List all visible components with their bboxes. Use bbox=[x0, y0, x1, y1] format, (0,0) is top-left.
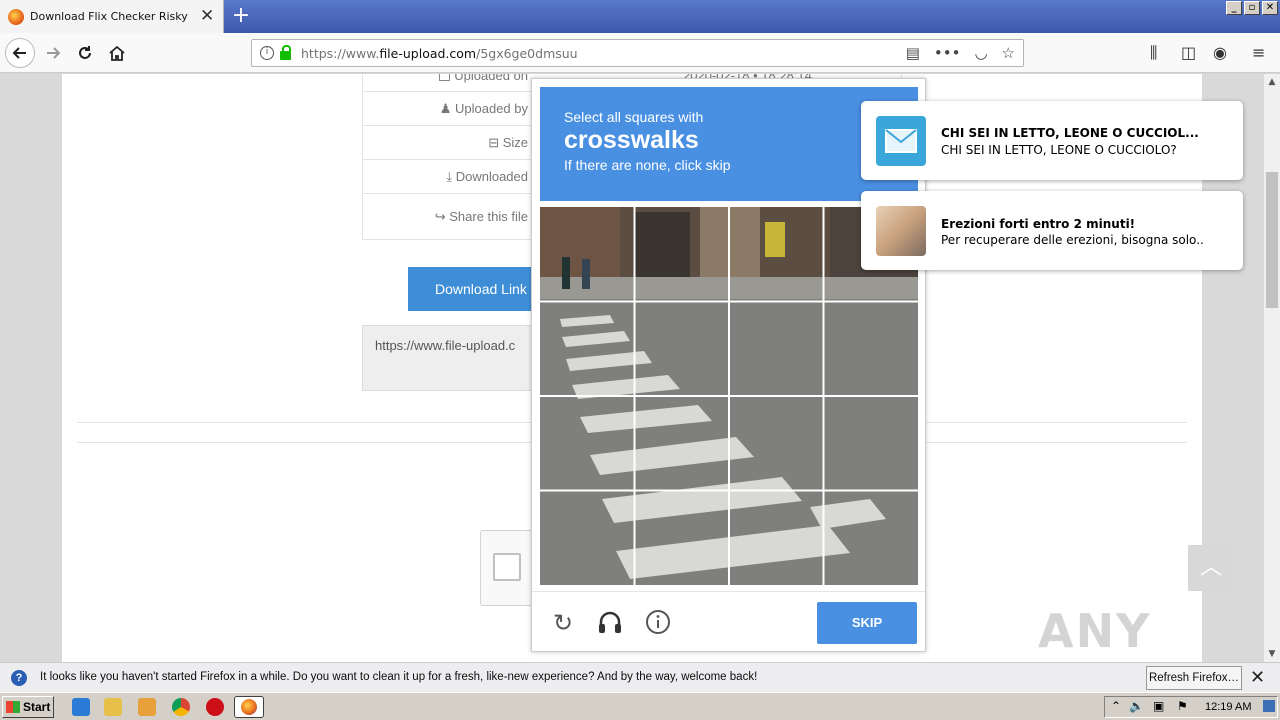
clock[interactable]: 12:19 AM bbox=[1205, 701, 1251, 713]
captcha-hint: If there are none, click skip bbox=[564, 157, 731, 173]
notification-1[interactable]: CHI SEI IN LETTO, LEONE O CUCCIOL... CHI… bbox=[861, 101, 1243, 180]
restore-button[interactable]: ▫ bbox=[1244, 1, 1260, 15]
menu-icon[interactable]: ≡ bbox=[1252, 43, 1265, 62]
tab-close-icon[interactable]: ✕ bbox=[200, 8, 214, 25]
media-player-icon[interactable] bbox=[138, 698, 156, 716]
headphones-icon bbox=[599, 611, 621, 633]
captcha-footer: ↻ SKIP bbox=[532, 591, 925, 651]
home-button[interactable] bbox=[102, 38, 132, 68]
anyrun-watermark: ANY RUN bbox=[1038, 604, 1153, 662]
bookmark-star-icon[interactable]: ☆ bbox=[1002, 44, 1015, 62]
network-icon[interactable]: ▣ bbox=[1153, 699, 1164, 713]
user-icon: ♟ bbox=[439, 101, 455, 116]
firefox-favicon-icon bbox=[8, 8, 24, 25]
back-button[interactable] bbox=[5, 38, 35, 68]
refresh-challenge-icon[interactable]: ↻ bbox=[548, 608, 578, 638]
forward-arrow-icon bbox=[47, 47, 61, 59]
account-icon[interactable]: ◉ bbox=[1213, 43, 1227, 62]
notification-title: Erezioni forti entro 2 minuti! bbox=[941, 217, 1136, 231]
minimize-button[interactable]: _ bbox=[1226, 1, 1242, 15]
scroll-to-top-button[interactable]: ︿ bbox=[1188, 545, 1234, 591]
lock-icon[interactable] bbox=[280, 44, 291, 60]
site-info-icon[interactable]: i bbox=[260, 46, 274, 60]
question-icon: ? bbox=[11, 670, 27, 686]
tab-bar: Download Flix Checker Risky rar ✕ + _ ▫ … bbox=[0, 0, 1280, 33]
show-desktop-icon[interactable] bbox=[1263, 700, 1275, 712]
vertical-scrollbar[interactable]: ▲ ▼ bbox=[1264, 74, 1280, 662]
skip-button[interactable]: SKIP bbox=[817, 602, 917, 644]
notification-title: CHI SEI IN LETTO, LEONE O CUCCIOL... bbox=[941, 126, 1199, 140]
tab-active[interactable]: Download Flix Checker Risky rar ✕ bbox=[0, 0, 224, 33]
notification-body: Per recuperare delle erezioni, bisogna s… bbox=[941, 233, 1204, 247]
share-label[interactable]: Share this file bbox=[449, 209, 528, 224]
envelope-icon bbox=[876, 116, 926, 166]
firefox-icon bbox=[241, 699, 257, 715]
recaptcha-checkbox[interactable] bbox=[493, 553, 521, 581]
home-icon bbox=[109, 45, 125, 61]
ie-icon[interactable] bbox=[72, 698, 90, 716]
uploaded-by-label: Uploaded by bbox=[455, 101, 528, 116]
library-icon[interactable]: ⫼ bbox=[1150, 43, 1157, 63]
captcha-instruction: Select all squares with bbox=[564, 109, 704, 125]
scroll-up-arrow-icon[interactable]: ▲ bbox=[1264, 74, 1280, 90]
refresh-firefox-button[interactable]: Refresh Firefox… bbox=[1146, 666, 1242, 690]
hdd-icon: ⊟ bbox=[488, 135, 503, 150]
taskbar: Start ⌃ 🔈 ▣ ⚑ 12:19 AM bbox=[0, 692, 1280, 720]
flag-icon[interactable]: ⚑ bbox=[1177, 699, 1188, 713]
close-window-button[interactable]: ✕ bbox=[1262, 1, 1278, 15]
captcha-keyword: crosswalks bbox=[564, 126, 699, 154]
photo-icon bbox=[876, 206, 926, 256]
sidebar-icon[interactable]: ◫ bbox=[1181, 43, 1196, 62]
size-label: Size bbox=[502, 135, 528, 150]
firefox-notification-bar: ? It looks like you haven't started Fire… bbox=[0, 662, 1280, 692]
forward-button[interactable] bbox=[38, 38, 68, 68]
reader-view-icon[interactable]: ▤ bbox=[906, 44, 920, 62]
notification-body: CHI SEI IN LETTO, LEONE O CUCCIOLO? bbox=[941, 143, 1177, 157]
uploaded-on-label: Uploaded on bbox=[454, 74, 528, 83]
url-text: https://www.file-upload.com/5gx6ge0dmsuu bbox=[301, 45, 578, 61]
tray-expand-icon[interactable]: ⌃ bbox=[1111, 699, 1121, 713]
opera-icon[interactable] bbox=[206, 698, 224, 716]
back-arrow-icon bbox=[12, 47, 26, 59]
calendar-icon bbox=[439, 74, 451, 81]
scrollbar-thumb[interactable] bbox=[1266, 172, 1278, 308]
windows-flag-icon bbox=[6, 701, 20, 713]
info-icon bbox=[646, 610, 670, 634]
download-icon: ⤓ bbox=[446, 169, 456, 184]
scroll-down-arrow-icon[interactable]: ▼ bbox=[1264, 646, 1280, 662]
reload-button[interactable] bbox=[70, 38, 100, 68]
info-help-icon[interactable] bbox=[643, 608, 673, 638]
address-bar[interactable]: i https://www.file-upload.com/5gx6ge0dms… bbox=[251, 39, 1024, 67]
close-notification-icon[interactable]: ✕ bbox=[1250, 667, 1265, 688]
reload-icon bbox=[79, 46, 91, 59]
chrome-icon[interactable] bbox=[172, 698, 190, 716]
downloaded-label: Downloaded bbox=[455, 169, 528, 184]
audio-challenge-headphones-icon[interactable] bbox=[595, 608, 625, 638]
new-tab-button[interactable]: + bbox=[230, 4, 252, 28]
window-controls: _ ▫ ✕ bbox=[1226, 1, 1278, 15]
firefox-taskbar-button[interactable] bbox=[234, 696, 264, 718]
nav-bar: i https://www.file-upload.com/5gx6ge0dms… bbox=[0, 33, 1280, 73]
url-actions: ▤ ••• ◡ ☆ bbox=[906, 44, 1015, 62]
page-actions-icon[interactable]: ••• bbox=[934, 44, 961, 62]
pocket-icon[interactable]: ◡ bbox=[974, 44, 987, 62]
notification-message: It looks like you haven't started Firefo… bbox=[40, 671, 758, 683]
share-icon: ↪ bbox=[434, 209, 450, 224]
start-button[interactable]: Start bbox=[2, 696, 54, 718]
tab-title: Download Flix Checker Risky rar bbox=[30, 10, 190, 23]
explorer-folder-icon[interactable] bbox=[104, 698, 122, 716]
system-tray: ⌃ 🔈 ▣ ⚑ 12:19 AM bbox=[1104, 696, 1278, 718]
notification-2[interactable]: Erezioni forti entro 2 minuti! Per recup… bbox=[861, 191, 1243, 270]
volume-icon[interactable]: 🔈 bbox=[1129, 699, 1144, 713]
